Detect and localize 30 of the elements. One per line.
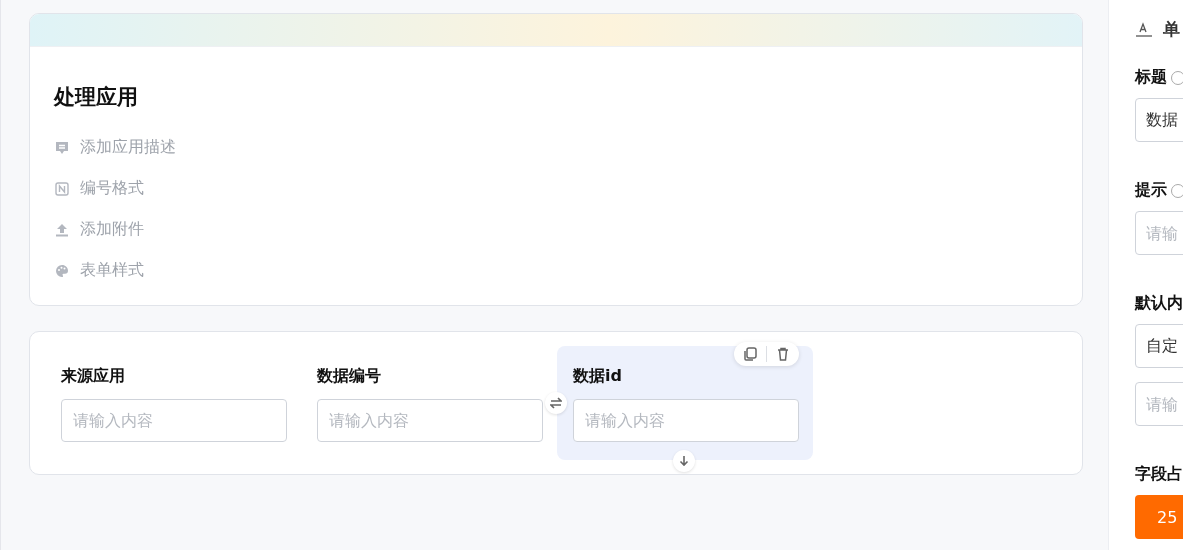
panel-heading: 单 — [1163, 18, 1180, 41]
down-arrow-icon — [678, 455, 690, 467]
property-label: 默认内 — [1135, 293, 1183, 314]
field-label: 数据id — [573, 366, 623, 387]
selected-field-block[interactable]: 数据id 请输入内容 — [557, 346, 813, 460]
field-label: 来源应用 — [61, 366, 126, 387]
delete-icon[interactable] — [775, 346, 791, 362]
property-label: 字段占 — [1135, 464, 1183, 485]
swap-icon — [550, 397, 562, 409]
upload-icon — [54, 221, 70, 238]
palette-icon — [54, 262, 70, 279]
field-label: 数据编号 — [317, 366, 382, 387]
move-down-button[interactable] — [673, 450, 695, 472]
text-format-icon — [1135, 21, 1153, 38]
input-field[interactable]: 数据 — [1135, 98, 1183, 142]
input-field[interactable]: 请输 — [1135, 211, 1183, 255]
letter-n-icon — [54, 180, 70, 197]
input-field[interactable]: 请输入内容 — [573, 399, 799, 442]
input-field[interactable]: 请输入内容 — [317, 399, 543, 442]
field-block[interactable]: 数据编号 请输入内容 — [301, 346, 557, 460]
input-field[interactable]: 自定 — [1135, 324, 1183, 368]
swap-button[interactable] — [545, 392, 567, 414]
app-title: 处理应用 — [54, 84, 139, 111]
property-label: 提示 — [1135, 180, 1167, 201]
input-field[interactable]: 请输 — [1135, 382, 1183, 426]
field-block[interactable]: 来源应用 请输入内容 — [45, 346, 301, 460]
comment-icon — [54, 139, 70, 156]
input-field[interactable]: 请输入内容 — [61, 399, 287, 442]
copy-icon[interactable] — [742, 346, 758, 362]
property-label: 标题 — [1135, 67, 1167, 88]
